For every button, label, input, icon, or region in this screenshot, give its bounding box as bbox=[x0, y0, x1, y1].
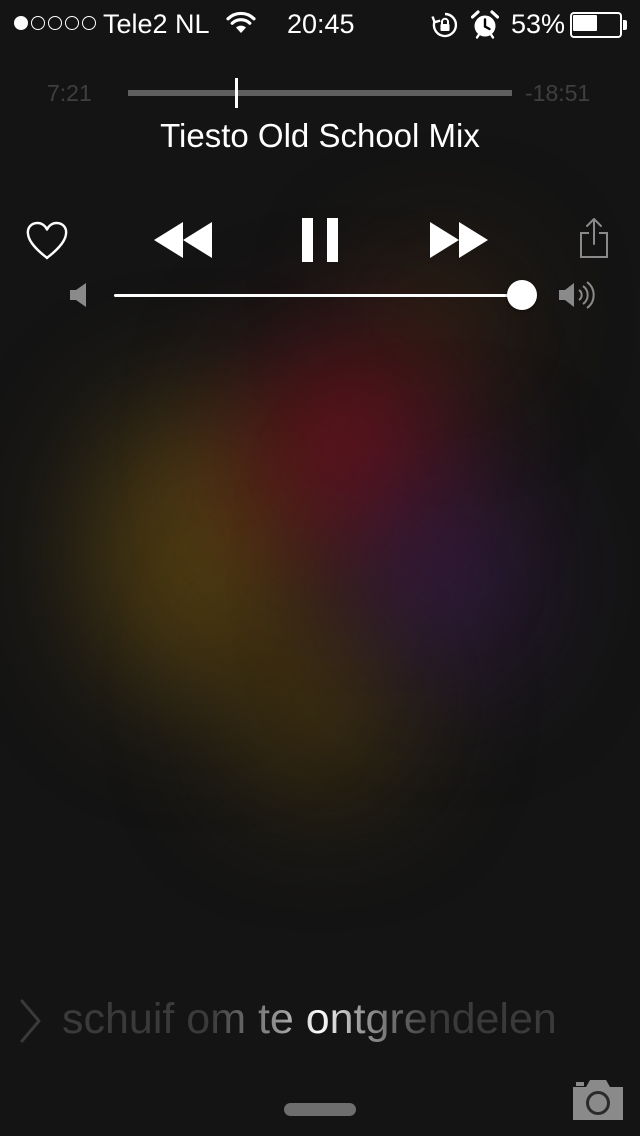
speaker-high-icon bbox=[559, 281, 595, 309]
grabber-handle[interactable] bbox=[284, 1103, 356, 1116]
remaining-time: -18:51 bbox=[525, 80, 591, 106]
playback-progress-track[interactable] bbox=[128, 90, 512, 96]
signal-dot bbox=[14, 16, 28, 30]
alarm-icon bbox=[471, 10, 499, 39]
signal-dot bbox=[82, 16, 96, 30]
chevron-right-icon bbox=[20, 999, 41, 1043]
status-bar: Tele2 NL 20:45 53% bbox=[0, 0, 640, 48]
lock-screen: Tele2 NL 20:45 53% 7:21 -18:51 Tiesto Ol… bbox=[0, 0, 640, 1136]
signal-dot bbox=[65, 16, 79, 30]
pause-icon bbox=[302, 218, 338, 262]
volume-slider-thumb[interactable] bbox=[507, 280, 537, 310]
signal-dot bbox=[48, 16, 62, 30]
love-button[interactable] bbox=[25, 220, 69, 262]
share-button[interactable] bbox=[579, 217, 609, 259]
volume-track[interactable] bbox=[114, 294, 522, 297]
track-title: Tiesto Old School Mix bbox=[160, 117, 480, 154]
elapsed-time: 7:21 bbox=[47, 80, 92, 106]
clock: 20:45 bbox=[287, 9, 355, 39]
carrier-name: Tele2 NL bbox=[103, 9, 210, 39]
fast-forward-icon bbox=[430, 222, 488, 258]
heart-icon bbox=[26, 221, 68, 260]
battery-level-fill bbox=[573, 15, 597, 31]
fast-forward-button[interactable] bbox=[428, 221, 488, 259]
rotation-lock-icon bbox=[431, 12, 458, 38]
battery-icon bbox=[570, 12, 628, 38]
slide-to-unlock-text[interactable]: schuif om te ontgrendelen bbox=[62, 995, 557, 1044]
speaker-low-icon bbox=[70, 283, 86, 307]
pause-button[interactable] bbox=[300, 216, 340, 264]
artwork-blur-purple bbox=[360, 470, 530, 680]
signal-dot bbox=[31, 16, 45, 30]
share-icon bbox=[580, 218, 608, 258]
rewind-icon bbox=[154, 222, 212, 258]
camera-icon[interactable] bbox=[570, 1078, 626, 1122]
playback-scrubber[interactable] bbox=[235, 78, 238, 108]
rewind-button[interactable] bbox=[154, 221, 214, 259]
signal-strength bbox=[14, 16, 96, 30]
wifi-icon bbox=[226, 11, 256, 33]
battery-percent: 53% bbox=[511, 9, 566, 39]
